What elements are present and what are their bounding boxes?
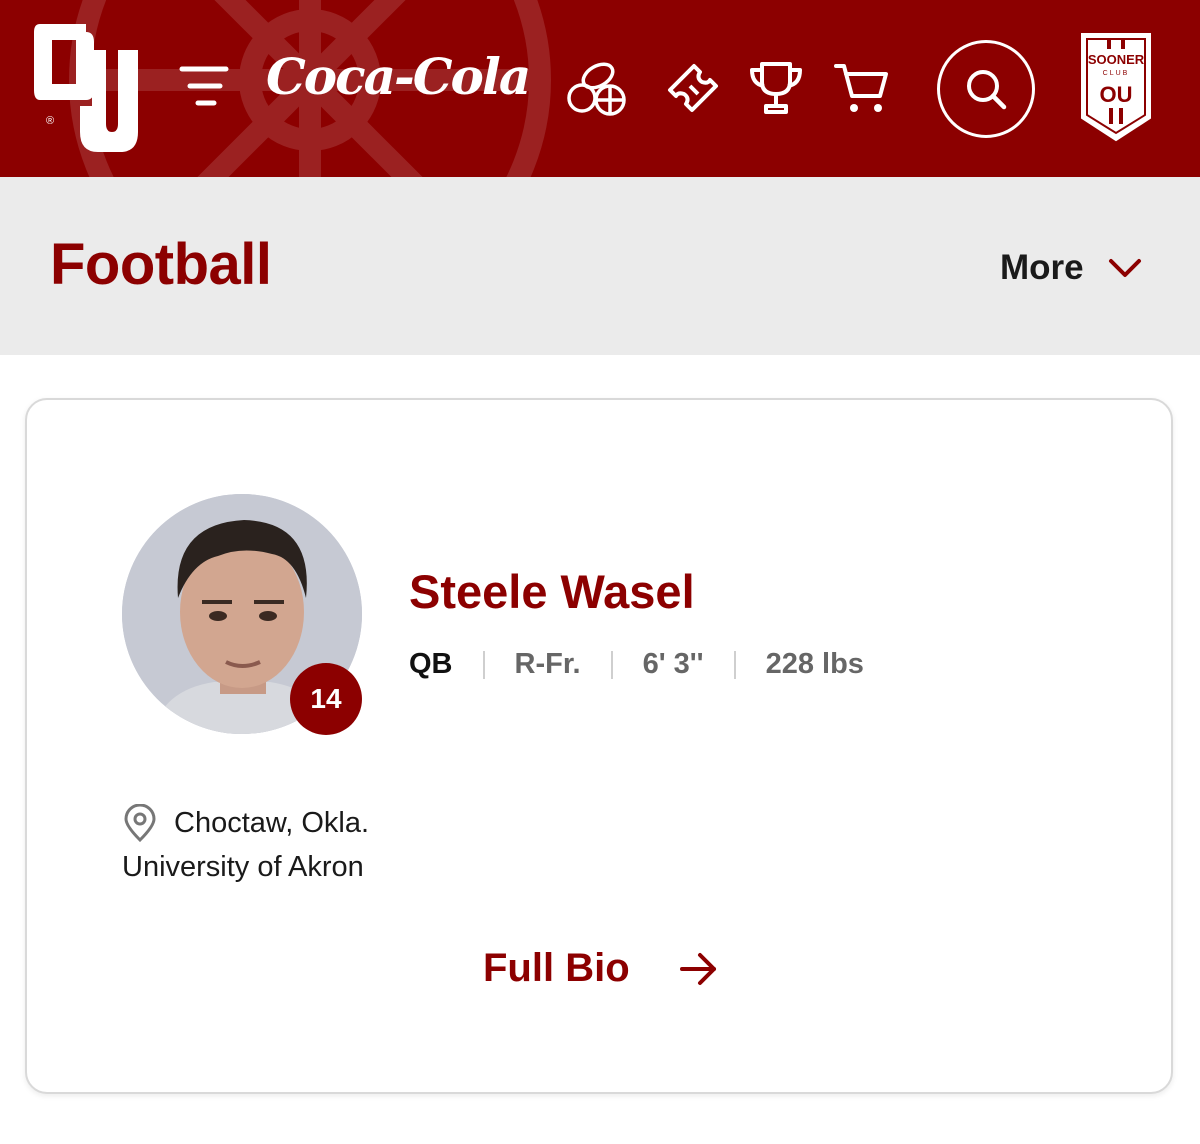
ou-logo[interactable]: ® (34, 20, 140, 156)
full-bio-link[interactable]: Full Bio (483, 946, 720, 991)
svg-text:SOONER: SOONER (1088, 52, 1145, 67)
player-position: QB (409, 648, 453, 680)
player-height: 6' 3'' (642, 648, 704, 680)
coca-cola-logo: Coca-Cola (266, 47, 531, 106)
previous-school: University of Akron (122, 851, 364, 883)
sooner-club-badge[interactable]: SOONER CLUB OU (1080, 32, 1152, 142)
search-icon (967, 70, 1007, 110)
top-navigation-bar: ® Coca-Cola SOONER CLUB OU (0, 0, 1200, 177)
player-name: Steele Wasel (409, 565, 695, 618)
divider (482, 650, 485, 679)
location-pin-icon (124, 804, 156, 842)
jersey-number-badge: 14 (290, 663, 362, 735)
sports-balls-icon[interactable] (564, 56, 628, 120)
svg-text:OU: OU (1100, 82, 1133, 107)
full-bio-label: Full Bio (483, 946, 630, 990)
search-button[interactable] (937, 40, 1035, 138)
ticket-icon[interactable] (660, 56, 724, 120)
arrow-right-icon (679, 952, 716, 985)
player-hometown: Choctaw, Okla. (122, 804, 369, 842)
svg-text:®: ® (46, 115, 54, 127)
divider (733, 650, 736, 679)
player-vitals: QB R-Fr. 6' 3'' 228 lbs (409, 648, 864, 681)
player-class: R-Fr. (514, 648, 581, 680)
svg-text:CLUB: CLUB (1103, 70, 1130, 77)
divider (610, 650, 613, 679)
menu-icon[interactable] (178, 60, 230, 110)
player-weight: 228 lbs (765, 648, 864, 680)
more-dropdown[interactable]: More (1000, 246, 1142, 290)
chevron-down-icon (1108, 259, 1141, 277)
hometown-text: Choctaw, Okla. (174, 806, 370, 839)
more-label: More (1000, 248, 1084, 287)
cart-icon[interactable] (830, 56, 894, 120)
trophy-icon[interactable] (744, 56, 808, 120)
page-title: Football (50, 232, 272, 297)
